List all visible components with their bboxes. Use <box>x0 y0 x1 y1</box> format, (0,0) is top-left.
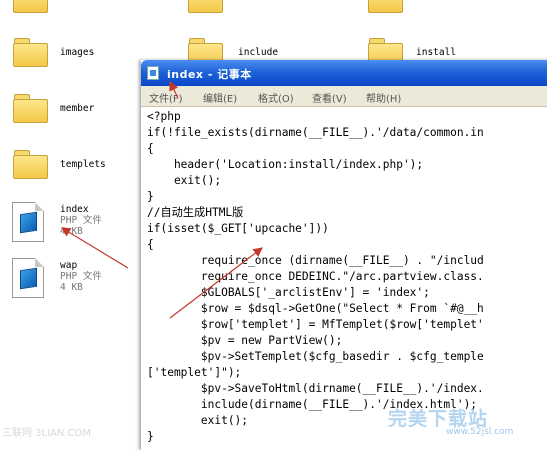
notepad-titlebar[interactable]: index - 记事本 <box>141 60 547 86</box>
folder-icon[interactable] <box>368 0 404 14</box>
watermark-url: www.52jsl.com <box>446 427 514 437</box>
file-label-wap[interactable]: wap <box>60 260 77 271</box>
code-line: require_once (dirname(__FILE__) . "/incl… <box>147 254 484 267</box>
file-size-index: 4 KB <box>60 226 83 237</box>
folder-icon[interactable] <box>188 0 224 14</box>
code-line: { <box>147 142 154 155</box>
php-file-icon[interactable] <box>12 202 44 242</box>
code-line: { <box>147 238 154 251</box>
code-line: $pv->SetTemplet($cfg_basedir . $cfg_temp… <box>147 350 484 363</box>
menu-format[interactable]: 格式(O) <box>258 90 294 105</box>
menu-help[interactable]: 帮助(H) <box>366 90 401 105</box>
notepad-window[interactable]: index - 记事本 文件(F) 编辑(E) 格式(O) 查看(V) 帮助(H… <box>141 60 547 450</box>
menu-edit[interactable]: 编辑(E) <box>203 90 237 105</box>
watermark-left: 三联网 3LIAN.COM <box>2 428 92 439</box>
code-line: if(isset($_GET['upcache'])) <box>147 222 329 235</box>
file-kind-wap: PHP 文件 <box>60 271 102 282</box>
php-file-icon[interactable] <box>12 258 44 298</box>
file-label-index[interactable]: index <box>60 204 89 215</box>
folder-label-include[interactable]: include <box>238 47 278 58</box>
folder-label-install[interactable]: install <box>416 47 456 58</box>
notepad-icon <box>147 66 159 80</box>
menu-view[interactable]: 查看(V) <box>312 90 347 105</box>
menubar: 文件(F) 编辑(E) 格式(O) 查看(V) 帮助(H) <box>141 86 547 107</box>
code-line: exit(); <box>147 414 249 427</box>
code-line: $GLOBALS['_arclistEnv'] = 'index'; <box>147 286 430 299</box>
code-line: exit(); <box>147 174 222 187</box>
code-line: header('Location:install/index.php'); <box>147 158 424 171</box>
folder-label-images[interactable]: images <box>60 47 94 58</box>
text-editor[interactable]: <?php if(!file_exists(dirname(__FILE__).… <box>141 107 547 450</box>
code-line: <?php <box>147 110 181 123</box>
code-line: $row['templet'] = MfTemplet($row['temple… <box>147 318 484 331</box>
code-line: require_once DEDEINC."/arc.partview.clas… <box>147 270 484 283</box>
code-line: $pv = new PartView(); <box>147 334 343 347</box>
menu-file[interactable]: 文件(F) <box>149 90 183 105</box>
folder-icon[interactable] <box>13 0 49 14</box>
code-line: //自动生成HTML版 <box>147 206 244 219</box>
file-size-wap: 4 KB <box>60 282 83 293</box>
folder-label-templets[interactable]: templets <box>60 159 106 170</box>
window-title: index - 记事本 <box>167 68 252 81</box>
code-line: ['templet']"); <box>147 366 242 379</box>
folder-label-member[interactable]: member <box>60 103 94 114</box>
folder-icon[interactable] <box>13 36 49 68</box>
folder-icon[interactable] <box>13 148 49 180</box>
file-kind-index: PHP 文件 <box>60 215 102 226</box>
code-line: $pv->SaveToHtml(dirname(__FILE__).'/inde… <box>147 382 484 395</box>
code-line: if(!file_exists(dirname(__FILE__).'/data… <box>147 126 484 139</box>
code-line: } <box>147 190 154 203</box>
folder-icon[interactable] <box>13 92 49 124</box>
code-line: $row = $dsql->GetOne("Select * From `#@_… <box>147 302 484 315</box>
